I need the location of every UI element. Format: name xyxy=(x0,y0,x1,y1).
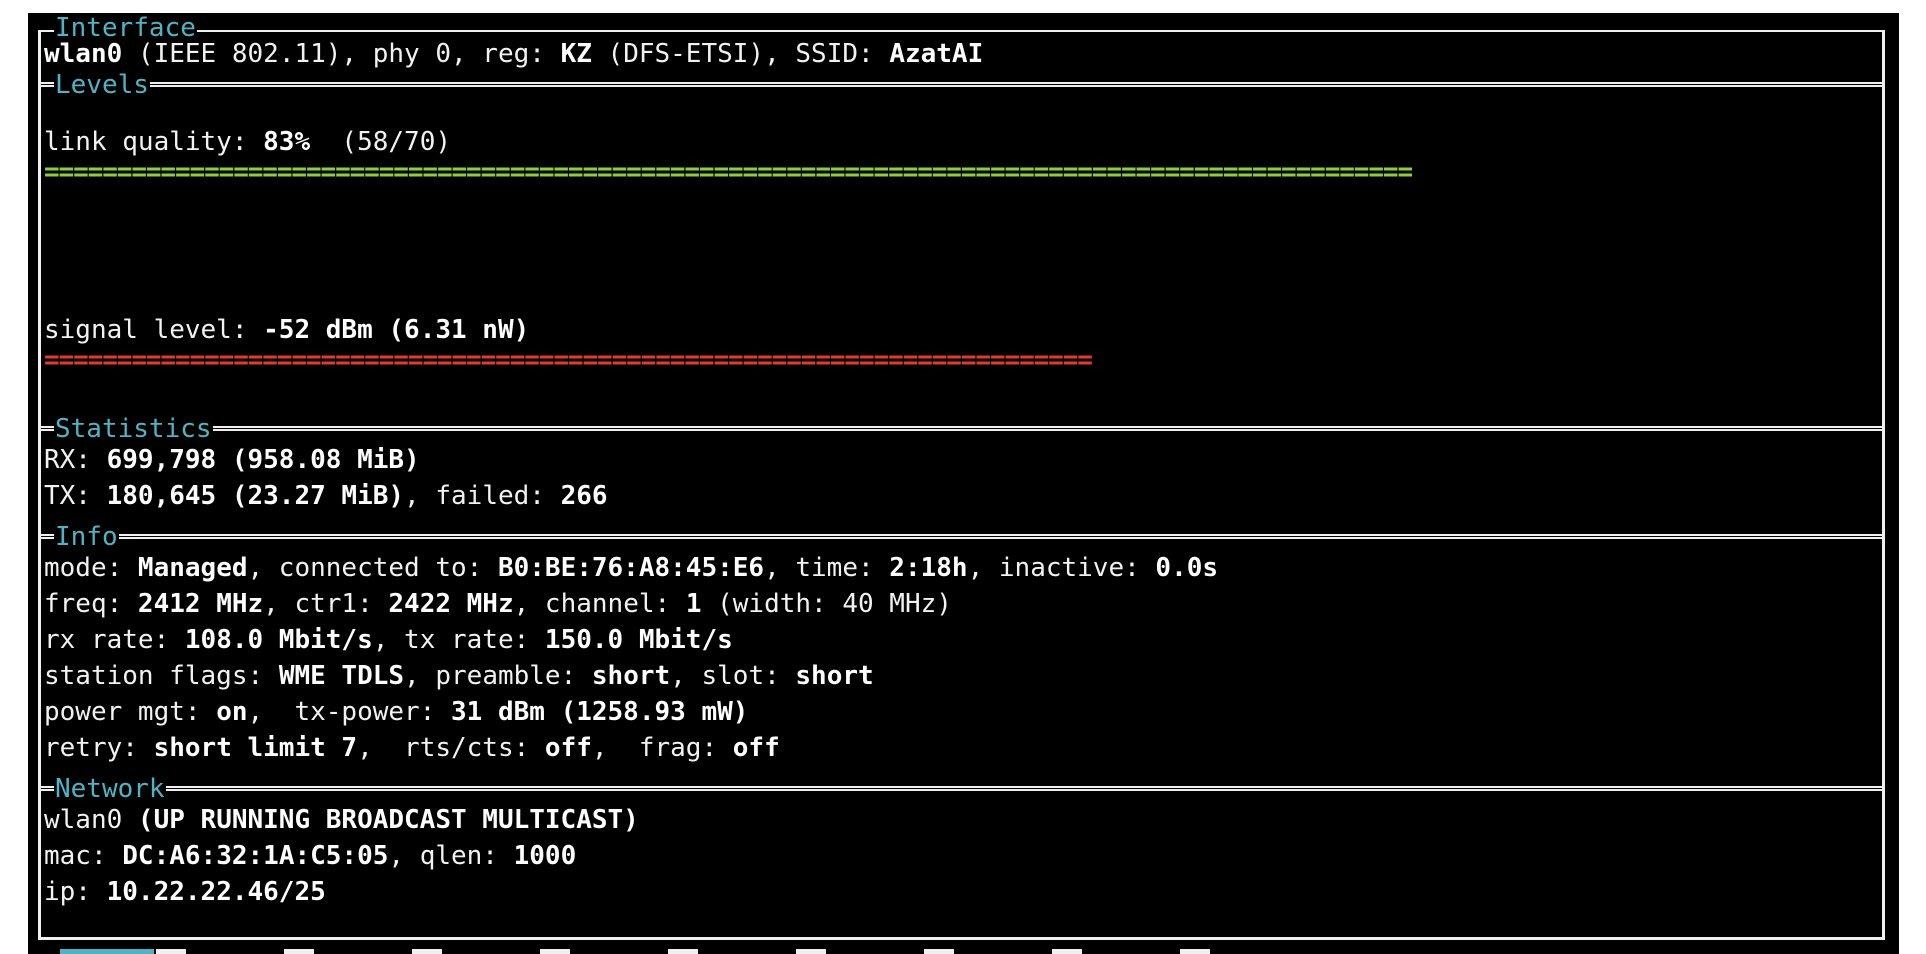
tab-active[interactable] xyxy=(60,949,154,954)
tab[interactable] xyxy=(412,949,442,954)
ssid-value: AzatAI xyxy=(889,39,984,69)
tab[interactable] xyxy=(156,949,186,954)
retry-line: retry: short limit 7, rts/cts: off, frag… xyxy=(44,733,780,763)
rx-value: 699,798 (958.08 MiB) xyxy=(106,445,420,475)
signal-level-bar: ========================================… xyxy=(44,345,1093,375)
ip-value: 10.22.22.46/25 xyxy=(106,877,326,907)
mac-value: DC:A6:32:1A:C5:05 xyxy=(122,841,389,871)
terminal-window: Interface wlan0 (IEEE 802.11), phy 0, re… xyxy=(28,13,1899,949)
section-title-info: Info xyxy=(54,522,119,552)
section-title-levels: Levels xyxy=(54,70,150,100)
mode-line: mode: Managed, connected to: B0:BE:76:A8… xyxy=(44,553,1219,583)
rx-line: RX: 699,798 (958.08 MiB) xyxy=(44,445,420,475)
freq-line: freq: 2412 MHz, ctr1: 2422 MHz, channel:… xyxy=(44,589,952,619)
tab[interactable] xyxy=(284,949,314,954)
power-line: power mgt: on, tx-power: 31 dBm (1258.93… xyxy=(44,697,749,727)
tab[interactable] xyxy=(668,949,698,954)
levels-divider xyxy=(38,82,1885,87)
tx-failed-value: 266 xyxy=(560,481,608,511)
tab[interactable] xyxy=(924,949,954,954)
section-title-network: Network xyxy=(54,774,166,804)
ip-line: ip: 10.22.22.46/25 xyxy=(44,877,326,907)
link-quality-value: 83% xyxy=(263,127,311,157)
tab[interactable] xyxy=(540,949,570,954)
interface-divider xyxy=(38,30,1885,32)
bssid-value: B0:BE:76:A8:45:E6 xyxy=(497,553,765,583)
network-iface-line: wlan0 (UP RUNNING BROADCAST MULTICAST) xyxy=(44,805,639,835)
section-title-statistics: Statistics xyxy=(54,414,213,444)
tx-line: TX: 180,645 (23.27 MiB), failed: 266 xyxy=(44,481,608,511)
statistics-divider xyxy=(38,426,1885,431)
network-divider xyxy=(38,786,1885,791)
tab[interactable] xyxy=(796,949,826,954)
station-flags-line: station flags: WME TDLS, preamble: short… xyxy=(44,661,874,691)
interface-name: wlan0 xyxy=(44,39,123,69)
link-quality-bar: ========================================… xyxy=(44,157,1413,187)
tab[interactable] xyxy=(1180,949,1210,954)
mac-line: mac: DC:A6:32:1A:C5:05, qlen: 1000 xyxy=(44,841,577,871)
reg-domain: KZ xyxy=(560,39,592,69)
signal-level-value: -52 dBm (6.31 nW) xyxy=(263,315,530,345)
info-divider xyxy=(38,534,1885,539)
interface-line: wlan0 (IEEE 802.11), phy 0, reg: KZ (DFS… xyxy=(44,39,984,69)
tab[interactable] xyxy=(1052,949,1082,954)
rate-line: rx rate: 108.0 Mbit/s, tx rate: 150.0 Mb… xyxy=(44,625,733,655)
tx-value: 180,645 (23.27 MiB) xyxy=(106,481,405,511)
